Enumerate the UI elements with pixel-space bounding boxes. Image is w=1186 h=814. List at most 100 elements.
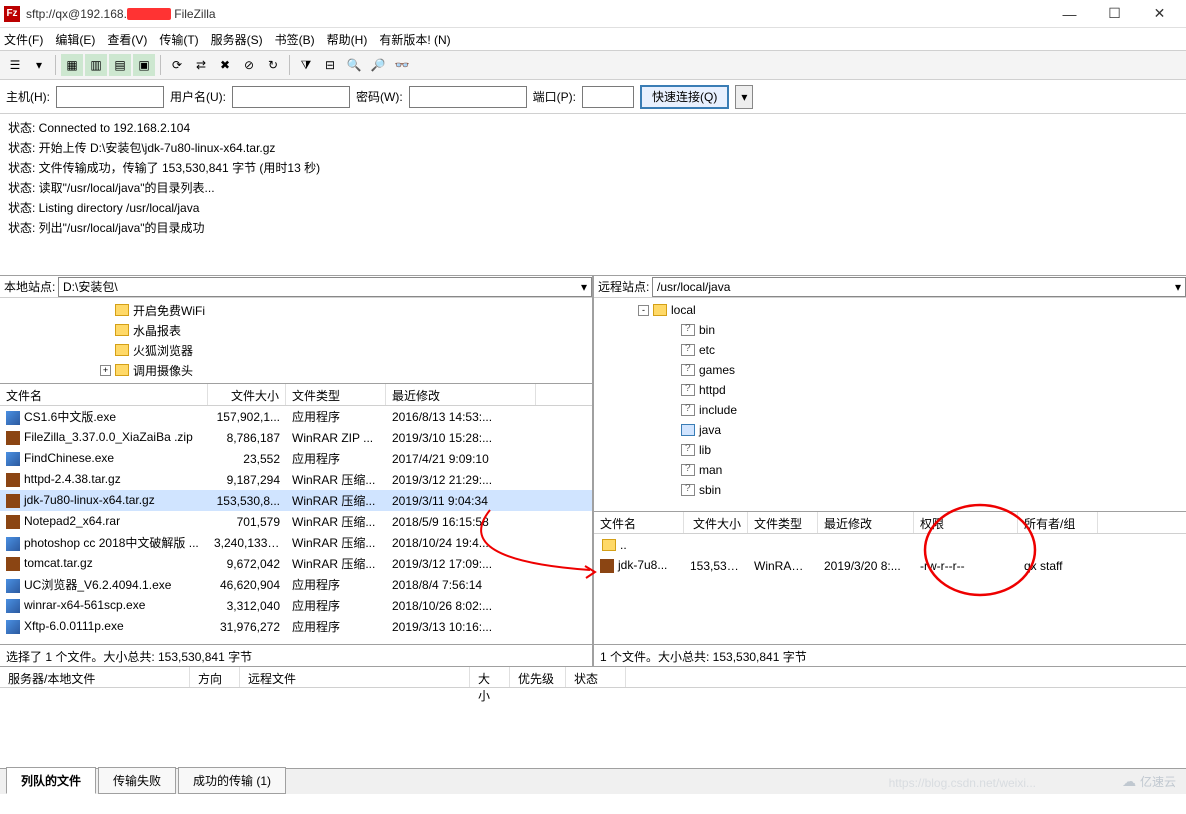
file-row[interactable]: FileZilla_3.37.0.0_XiaZaiBa .zip8,786,18… <box>0 427 592 448</box>
menu-server[interactable]: 服务器(S) <box>211 31 263 48</box>
remote-file-list[interactable]: ..jdk-7u8...153,530,...WinRAR ...2019/3/… <box>594 534 1186 644</box>
remote-pane: 远程站点: /usr/local/java▾ -localbinetcgames… <box>594 276 1186 666</box>
disconnect-icon[interactable]: ⊘ <box>238 54 260 76</box>
dropdown-icon[interactable]: ▾ <box>28 54 50 76</box>
local-file-list[interactable]: CS1.6中文版.exe157,902,1...应用程序2016/8/13 14… <box>0 406 592 644</box>
file-row[interactable]: Xftp-6.0.0111p.exe31,976,272应用程序2019/3/1… <box>0 616 592 637</box>
title-bar: Fz sftp://qx@192.168. FileZilla — ☐ ✕ <box>0 0 1186 28</box>
queue-header: 服务器/本地文件 方向 远程文件 大小 优先级 状态 <box>0 666 1186 688</box>
log-line: 状态: 开始上传 D:\安装包\jdk-7u80-linux-x64.tar.g… <box>8 138 1178 158</box>
menu-transfer[interactable]: 传输(T) <box>159 31 198 48</box>
menu-edit[interactable]: 编辑(E) <box>55 31 95 48</box>
binoculars-icon[interactable]: 👓 <box>391 54 413 76</box>
queue-body[interactable] <box>0 688 1186 768</box>
col-type[interactable]: 文件类型 <box>286 384 386 405</box>
col-date[interactable]: 最近修改 <box>818 512 914 533</box>
file-row[interactable]: winrar-x64-561scp.exe3,312,040应用程序2018/1… <box>0 595 592 616</box>
tree-item[interactable]: java <box>594 420 1186 440</box>
remote-path-input[interactable]: /usr/local/java▾ <box>652 277 1186 297</box>
queue-col-remote[interactable]: 远程文件 <box>240 667 470 687</box>
compare-icon[interactable]: ⊟ <box>319 54 341 76</box>
file-row[interactable]: Notepad2_x64.rar701,579WinRAR 压缩...2018/… <box>0 511 592 532</box>
queue-col-size[interactable]: 大小 <box>470 667 510 687</box>
quickconnect-button[interactable]: 快速连接(Q) <box>640 85 729 109</box>
cancel-icon[interactable]: ✖ <box>214 54 236 76</box>
menu-update[interactable]: 有新版本! (N) <box>379 31 450 48</box>
sync-browse-icon[interactable]: 🔍 <box>343 54 365 76</box>
col-owner[interactable]: 所有者/组 <box>1018 512 1098 533</box>
file-row[interactable]: httpd-2.4.38.tar.gz9,187,294WinRAR 压缩...… <box>0 469 592 490</box>
file-row[interactable]: FindChinese.exe23,552应用程序2017/4/21 9:09:… <box>0 448 592 469</box>
col-size[interactable]: 文件大小 <box>684 512 748 533</box>
tree-item[interactable]: games <box>594 360 1186 380</box>
quickconnect-dropdown[interactable]: ▾ <box>735 85 753 109</box>
menu-view[interactable]: 查看(V) <box>107 31 147 48</box>
tab-queued[interactable]: 列队的文件 <box>6 767 96 794</box>
reconnect-icon[interactable]: ↻ <box>262 54 284 76</box>
menu-file[interactable]: 文件(F) <box>4 31 43 48</box>
local-tree[interactable]: 开启免费WiFi水晶报表火狐浏览器+调用摄像头 <box>0 298 592 384</box>
app-icon: Fz <box>4 6 20 22</box>
local-status: 选择了 1 个文件。大小总共: 153,530,841 字节 <box>0 644 592 666</box>
tab-failed[interactable]: 传输失败 <box>98 767 176 794</box>
menu-help[interactable]: 帮助(H) <box>327 31 368 48</box>
queue-col-priority[interactable]: 优先级 <box>510 667 566 687</box>
tree-item[interactable]: include <box>594 400 1186 420</box>
queue-col-direction[interactable]: 方向 <box>190 667 240 687</box>
file-row[interactable]: photoshop cc 2018中文破解版 ...3,240,133,...W… <box>0 532 592 553</box>
tree-item[interactable]: 火狐浏览器 <box>0 340 592 360</box>
maximize-button[interactable]: ☐ <box>1092 1 1137 27</box>
tree-item[interactable]: etc <box>594 340 1186 360</box>
local-path-input[interactable]: D:\安装包\▾ <box>58 277 592 297</box>
file-row[interactable]: .. <box>594 534 1186 555</box>
tree-item[interactable]: 开启免费WiFi <box>0 300 592 320</box>
col-perm[interactable]: 权限 <box>914 512 1018 533</box>
remote-tree[interactable]: -localbinetcgameshttpdincludejavalibmans… <box>594 298 1186 512</box>
tree-item[interactable]: 水晶报表 <box>0 320 592 340</box>
quickconnect-bar: 主机(H): 用户名(U): 密码(W): 端口(P): 快速连接(Q) ▾ <box>0 80 1186 114</box>
file-row[interactable]: jdk-7u8...153,530,...WinRAR ...2019/3/20… <box>594 555 1186 576</box>
file-row[interactable]: UC浏览器_V6.2.4094.1.exe46,620,904应用程序2018/… <box>0 574 592 595</box>
search-icon[interactable]: 🔎 <box>367 54 389 76</box>
local-pane: 本地站点: D:\安装包\▾ 开启免费WiFi水晶报表火狐浏览器+调用摄像头 文… <box>0 276 594 666</box>
col-date[interactable]: 最近修改 <box>386 384 536 405</box>
menu-bookmarks[interactable]: 书签(B) <box>275 31 315 48</box>
col-type[interactable]: 文件类型 <box>748 512 818 533</box>
queue-col-server[interactable]: 服务器/本地文件 <box>0 667 190 687</box>
user-input[interactable] <box>232 86 350 108</box>
csdn-watermark: https://blog.csdn.net/weixi... <box>889 776 1036 790</box>
pass-input[interactable] <box>409 86 527 108</box>
tree-item[interactable]: httpd <box>594 380 1186 400</box>
user-label: 用户名(U): <box>170 88 226 105</box>
file-row[interactable]: tomcat.tar.gz9,672,042WinRAR 压缩...2019/3… <box>0 553 592 574</box>
filter-icon[interactable]: ⧩ <box>295 54 317 76</box>
sitemanager-icon[interactable]: ☰ <box>4 54 26 76</box>
toggle-queue-icon[interactable]: ▣ <box>133 54 155 76</box>
tab-success[interactable]: 成功的传输 (1) <box>178 767 286 794</box>
close-button[interactable]: ✕ <box>1137 1 1182 27</box>
tree-item[interactable]: sbin <box>594 480 1186 500</box>
toggle-remote-tree-icon[interactable]: ▤ <box>109 54 131 76</box>
col-size[interactable]: 文件大小 <box>208 384 286 405</box>
port-input[interactable] <box>582 86 634 108</box>
refresh-icon[interactable]: ⟳ <box>166 54 188 76</box>
file-row[interactable]: jdk-7u80-linux-x64.tar.gz153,530,8...Win… <box>0 490 592 511</box>
queue-col-status[interactable]: 状态 <box>566 667 626 687</box>
col-name[interactable]: 文件名 <box>594 512 684 533</box>
menu-bar: 文件(F) 编辑(E) 查看(V) 传输(T) 服务器(S) 书签(B) 帮助(… <box>0 28 1186 50</box>
toggle-tree-icon[interactable]: ▥ <box>85 54 107 76</box>
message-log[interactable]: 状态: Connected to 192.168.2.104 状态: 开始上传 … <box>0 114 1186 276</box>
yisu-watermark: ☁ 亿速云 <box>1122 773 1176 790</box>
col-name[interactable]: 文件名 <box>0 384 208 405</box>
toggle-log-icon[interactable]: ▦ <box>61 54 83 76</box>
log-line: 状态: 读取"/usr/local/java"的目录列表... <box>8 178 1178 198</box>
tree-item[interactable]: bin <box>594 320 1186 340</box>
tree-item[interactable]: +调用摄像头 <box>0 360 592 380</box>
minimize-button[interactable]: — <box>1047 1 1092 27</box>
file-row[interactable]: CS1.6中文版.exe157,902,1...应用程序2016/8/13 14… <box>0 406 592 427</box>
tree-item[interactable]: lib <box>594 440 1186 460</box>
process-queue-icon[interactable]: ⇄ <box>190 54 212 76</box>
tree-item[interactable]: -local <box>594 300 1186 320</box>
host-input[interactable] <box>56 86 164 108</box>
tree-item[interactable]: man <box>594 460 1186 480</box>
